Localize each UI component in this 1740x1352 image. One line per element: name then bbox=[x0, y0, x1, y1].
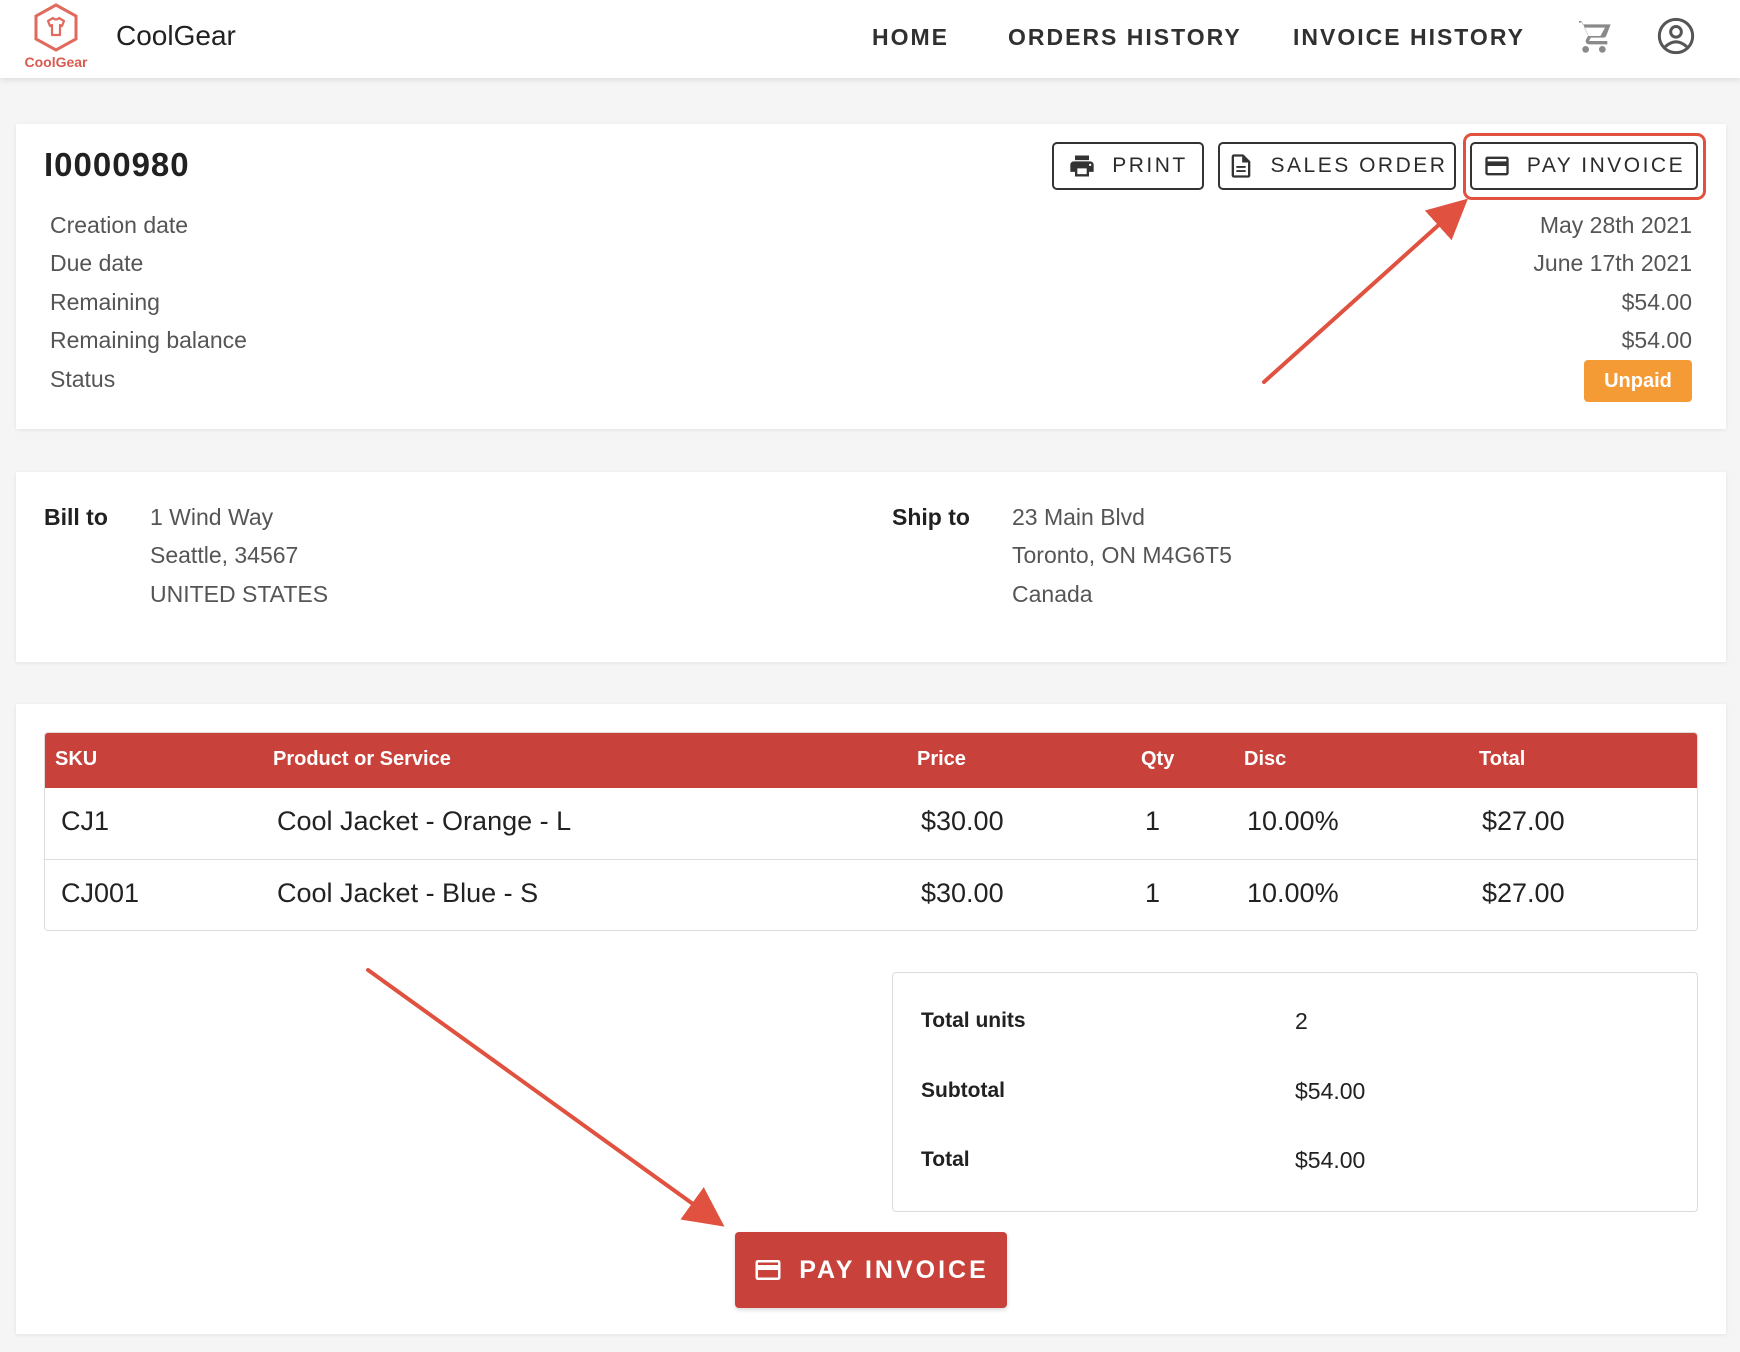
logo-hexagon-icon bbox=[34, 3, 78, 52]
ship-to-line: 23 Main Blvd bbox=[1012, 504, 1145, 530]
creation-date-value: May 28th 2021 bbox=[1539, 212, 1692, 238]
cell-total: $27.00 bbox=[1482, 806, 1565, 836]
column-header-sku: SKU bbox=[55, 748, 98, 770]
invoice-number: I0000980 bbox=[44, 146, 190, 183]
subtotal-label: Subtotal bbox=[921, 1079, 1005, 1102]
bill-to-line: Seattle, 34567 bbox=[150, 542, 299, 568]
remaining-balance-label: Remaining balance bbox=[50, 327, 247, 353]
nav-home[interactable]: HOME bbox=[872, 24, 949, 51]
credit-card-icon bbox=[755, 1260, 781, 1280]
nav-invoice-history[interactable]: INVOICE HISTORY bbox=[1293, 24, 1525, 51]
column-header-price: Price bbox=[917, 748, 966, 770]
table-row: CJ1 Cool Jacket - Orange - L $30.00 1 10… bbox=[45, 788, 1697, 859]
column-header-disc: Disc bbox=[1244, 748, 1287, 770]
column-header-product: Product or Service bbox=[273, 748, 451, 770]
status-badge: Unpaid bbox=[1584, 360, 1692, 402]
table-header-row: SKU Product or Service Price Qty Disc To… bbox=[45, 733, 1697, 788]
cell-qty: 1 bbox=[1145, 806, 1161, 836]
remaining-label: Remaining bbox=[50, 289, 160, 315]
line-items-card: SKU Product or Service Price Qty Disc To… bbox=[16, 704, 1726, 1334]
bill-to-line: 1 Wind Way bbox=[150, 504, 274, 530]
total-units-value: 2 bbox=[1295, 1008, 1308, 1034]
pay-invoice-button-label: PAY INVOICE bbox=[799, 1255, 989, 1284]
creation-date-label: Creation date bbox=[50, 212, 189, 238]
remaining-value: $54.00 bbox=[1621, 289, 1692, 315]
column-header-qty: Qty bbox=[1141, 748, 1175, 770]
column-header-total: Total bbox=[1479, 748, 1526, 770]
cell-disc: 10.00% bbox=[1247, 806, 1339, 836]
subtotal-value: $54.00 bbox=[1295, 1078, 1366, 1104]
cell-product: Cool Jacket - Blue - S bbox=[277, 878, 539, 908]
cell-sku: CJ001 bbox=[61, 878, 140, 908]
total-value: $54.00 bbox=[1295, 1147, 1366, 1173]
cart-icon[interactable] bbox=[1574, 16, 1614, 56]
ship-to-line: Canada bbox=[1012, 581, 1093, 607]
annotation-highlight-box bbox=[1463, 133, 1706, 200]
bill-to-label: Bill to bbox=[44, 504, 108, 530]
total-units-label: Total units bbox=[921, 1009, 1026, 1032]
invoice-details-card: I0000980 PRINT SALES ORDER PAY INVOICE C… bbox=[16, 124, 1726, 429]
brand-name: CoolGear bbox=[116, 20, 236, 51]
order-summary-box: Total units 2 Subtotal $54.00 Total $54.… bbox=[892, 972, 1698, 1212]
printer-icon bbox=[1070, 155, 1094, 177]
cell-qty: 1 bbox=[1145, 878, 1161, 908]
bill-to-line: UNITED STATES bbox=[150, 581, 329, 607]
sales-order-button-label: SALES ORDER bbox=[1270, 154, 1448, 177]
ship-to-line: Toronto, ON M4G6T5 bbox=[1012, 542, 1232, 568]
top-app-bar: CoolGear CoolGear HOME ORDERS HISTORY IN… bbox=[0, 0, 1740, 78]
address-card: Bill to 1 Wind Way Seattle, 34567 UNITED… bbox=[16, 472, 1726, 662]
print-button-label: PRINT bbox=[1112, 154, 1188, 177]
sales-order-button[interactable]: SALES ORDER bbox=[1218, 142, 1456, 190]
cell-sku: CJ1 bbox=[61, 806, 110, 836]
cell-disc: 10.00% bbox=[1247, 878, 1339, 908]
line-items-table: SKU Product or Service Price Qty Disc To… bbox=[44, 732, 1698, 931]
cell-price: $30.00 bbox=[921, 806, 1004, 836]
ship-to-label: Ship to bbox=[892, 504, 970, 530]
document-icon bbox=[1231, 154, 1250, 178]
cell-total: $27.00 bbox=[1482, 878, 1565, 908]
nav-orders-history[interactable]: ORDERS HISTORY bbox=[1008, 24, 1242, 51]
logo-text: CoolGear bbox=[24, 54, 88, 70]
print-button[interactable]: PRINT bbox=[1052, 142, 1204, 190]
pay-invoice-button[interactable]: PAY INVOICE bbox=[735, 1232, 1007, 1308]
coolgear-logo[interactable]: CoolGear bbox=[20, 2, 92, 72]
total-label: Total bbox=[921, 1148, 970, 1171]
status-label: Status bbox=[50, 366, 116, 392]
account-icon[interactable] bbox=[1656, 16, 1696, 56]
cell-product: Cool Jacket - Orange - L bbox=[277, 806, 572, 836]
due-date-value: June 17th 2021 bbox=[1533, 250, 1692, 276]
remaining-balance-value: $54.00 bbox=[1621, 327, 1692, 353]
cell-price: $30.00 bbox=[921, 878, 1004, 908]
table-row: CJ001 Cool Jacket - Blue - S $30.00 1 10… bbox=[45, 859, 1697, 930]
due-date-label: Due date bbox=[50, 250, 144, 276]
